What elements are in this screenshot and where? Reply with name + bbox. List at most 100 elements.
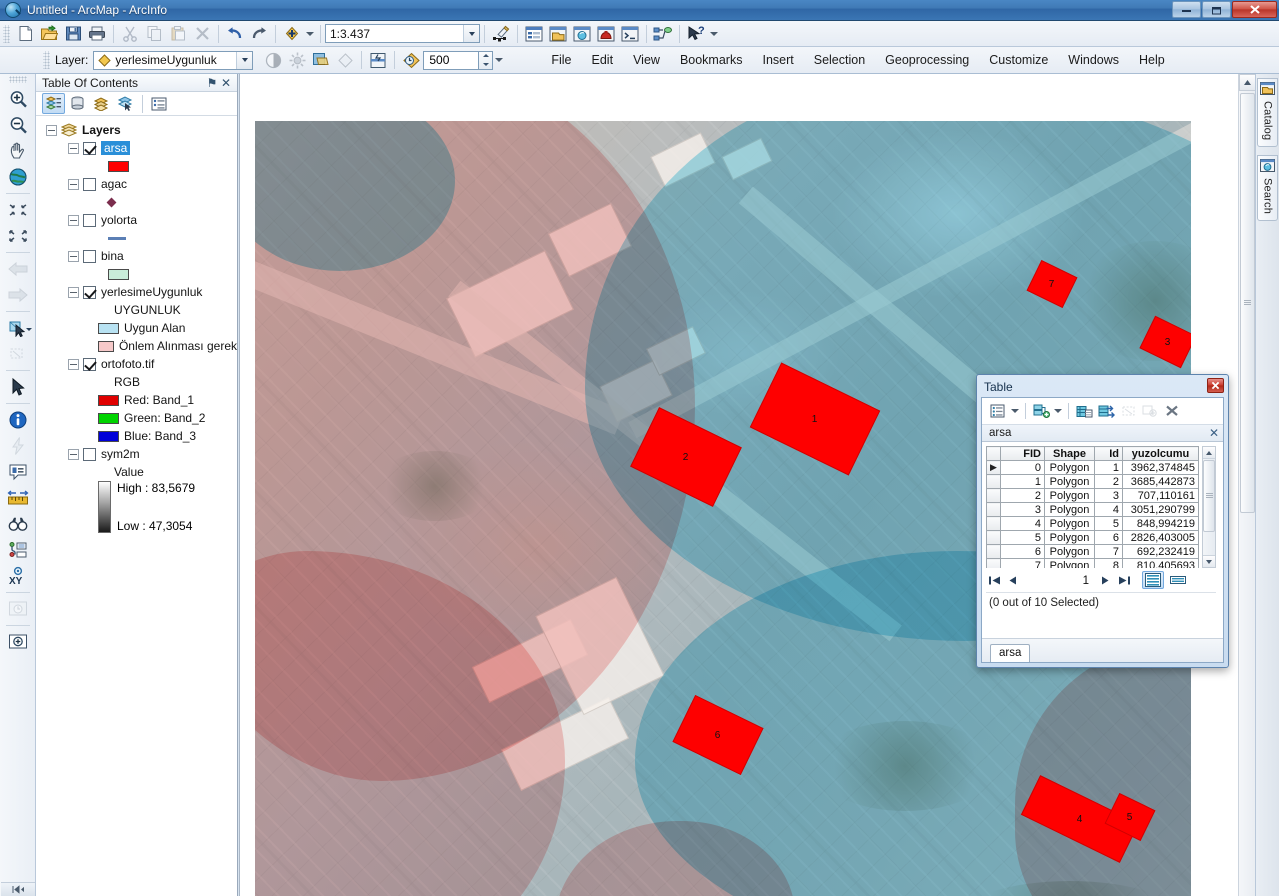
zoom-out-tool[interactable]	[4, 112, 32, 138]
table-row[interactable]: 7 Polygon 8 810,405693	[986, 558, 1199, 568]
paste-icon[interactable]	[167, 23, 189, 45]
map-vertical-scrollbar[interactable]	[1238, 74, 1255, 896]
cell-fid[interactable]: 7	[1000, 558, 1045, 568]
list-by-drawing-order-icon[interactable]	[42, 93, 65, 114]
contrast-icon[interactable]	[262, 49, 284, 71]
effects-toolbar-grip[interactable]	[43, 51, 50, 69]
cell-shape[interactable]: Polygon	[1044, 558, 1095, 568]
current-record-input[interactable]: 1	[1024, 572, 1094, 588]
brightness-icon[interactable]	[286, 49, 308, 71]
open-icon[interactable]	[38, 23, 60, 45]
tools-toolbar-expand[interactable]	[0, 882, 35, 896]
table-of-contents-icon[interactable]	[523, 23, 545, 45]
row-selector[interactable]	[986, 474, 1001, 489]
chevron-down-icon[interactable]	[236, 51, 253, 69]
table-row[interactable]: 5 Polygon 6 2826,403005	[986, 530, 1199, 545]
toc-symbol-row[interactable]: Uygun Alan	[36, 319, 237, 337]
toc-symbol-row[interactable]	[36, 229, 237, 247]
expand-collapse-icon[interactable]	[68, 286, 79, 298]
python-window-icon[interactable]	[619, 23, 641, 45]
effects-overflow-button[interactable]	[493, 49, 505, 71]
fixed-zoom-out-tool[interactable]	[4, 223, 32, 249]
cell-shape[interactable]: Polygon	[1044, 530, 1095, 545]
chevron-down-icon[interactable]	[463, 25, 479, 42]
table-row[interactable]: 6 Polygon 7 692,232419	[986, 544, 1199, 559]
row-selector[interactable]	[986, 558, 1001, 568]
clear-selection-tool[interactable]	[4, 341, 32, 367]
toc-symbol-row[interactable]: Blue: Band_3	[36, 427, 237, 445]
table-row[interactable]: 2 Polygon 3 707,110161	[986, 488, 1199, 503]
identify-tool[interactable]	[4, 407, 32, 433]
expand-collapse-icon[interactable]	[68, 448, 79, 460]
scrollbar-thumb[interactable]	[1203, 460, 1215, 532]
column-header-yuzolcumu[interactable]: yuzolcumu	[1122, 446, 1199, 461]
cell-yuzolcumu[interactable]: 3685,442873	[1122, 474, 1199, 489]
search-window-icon[interactable]	[571, 23, 593, 45]
go-to-xy-tool[interactable]: XY	[4, 563, 32, 589]
table-vertical-scrollbar[interactable]	[1202, 446, 1216, 568]
cell-fid[interactable]: 3	[1000, 502, 1045, 517]
expand-collapse-icon[interactable]	[46, 124, 57, 136]
menu-bookmarks[interactable]: Bookmarks	[670, 49, 753, 71]
cell-fid[interactable]: 2	[1000, 488, 1045, 503]
cell-id[interactable]: 6	[1094, 530, 1123, 545]
layer-visibility-checkbox[interactable]	[83, 249, 96, 263]
whats-this-icon[interactable]: ?	[685, 23, 707, 45]
toc-layer-ortofoto.tif[interactable]: ortofoto.tif	[36, 355, 237, 373]
find-route-tool[interactable]	[4, 537, 32, 563]
full-extent-tool[interactable]	[4, 164, 32, 190]
scrollbar-thumb[interactable]	[1240, 93, 1255, 513]
layer-select[interactable]: yerlesimeUygunluk	[93, 50, 254, 70]
cell-shape[interactable]: Polygon	[1044, 474, 1095, 489]
toc-layer-yolorta[interactable]: yolorta	[36, 211, 237, 229]
table-window-close-button[interactable]	[1207, 378, 1224, 393]
cell-yuzolcumu[interactable]: 692,232419	[1122, 544, 1199, 559]
footer-tab-arsa[interactable]: arsa	[990, 644, 1031, 662]
toc-symbol-row[interactable]	[36, 265, 237, 283]
flicker-speed-stepper[interactable]	[479, 50, 494, 70]
table-row[interactable]: 4 Polygon 5 848,994219	[986, 516, 1199, 531]
cell-yuzolcumu[interactable]: 848,994219	[1122, 516, 1199, 531]
menu-file[interactable]: File	[541, 49, 581, 71]
new-map-icon[interactable]	[14, 23, 36, 45]
attribute-grid[interactable]: FID Shape Id yuzolcumu ▶ 0 Polygon 1 3962,37…	[986, 446, 1216, 568]
cell-fid[interactable]: 5	[1000, 530, 1045, 545]
zoom-to-selected-icon[interactable]	[1117, 400, 1139, 422]
copy-icon[interactable]	[143, 23, 165, 45]
expand-collapse-icon[interactable]	[68, 142, 79, 154]
cell-id[interactable]: 4	[1094, 502, 1123, 517]
toc-layer-bina[interactable]: bina	[36, 247, 237, 265]
toc-layer-agac[interactable]: agac	[36, 175, 237, 193]
list-by-selection-icon[interactable]	[114, 93, 137, 114]
deselect-icon[interactable]	[1139, 400, 1161, 422]
tools-toolbar-grip[interactable]	[8, 76, 27, 83]
row-selector[interactable]	[986, 516, 1001, 531]
cell-yuzolcumu[interactable]: 707,110161	[1122, 488, 1199, 503]
add-data-dropdown[interactable]	[304, 23, 316, 45]
delete-icon[interactable]	[191, 23, 213, 45]
cell-id[interactable]: 5	[1094, 516, 1123, 531]
go-back-extent-tool[interactable]	[4, 256, 32, 282]
layer-visibility-checkbox[interactable]	[83, 285, 96, 299]
stepper-up[interactable]	[479, 52, 492, 61]
related-tables-dropdown[interactable]	[1052, 402, 1064, 420]
toc-layer-sym2m[interactable]: sym2m	[36, 445, 237, 463]
delete-selected-icon[interactable]	[1161, 400, 1183, 422]
select-features-tool[interactable]	[1, 315, 35, 341]
select-by-attributes-icon[interactable]	[1073, 400, 1095, 422]
toc-symbol-row[interactable]: Önlem Alınması gerek	[36, 337, 237, 355]
column-header-shape[interactable]: Shape	[1044, 446, 1095, 461]
redo-icon[interactable]	[248, 23, 270, 45]
menu-customize[interactable]: Customize	[979, 49, 1058, 71]
table-layer-tab[interactable]: arsa ✕	[982, 424, 1223, 442]
swipe-icon[interactable]	[334, 49, 356, 71]
row-selector[interactable]	[986, 530, 1001, 545]
expand-collapse-icon[interactable]	[68, 214, 79, 226]
toc-symbol-row[interactable]: Red: Band_1	[36, 391, 237, 409]
transparency-icon[interactable]	[310, 49, 332, 71]
expand-collapse-icon[interactable]	[68, 178, 79, 190]
toc-symbol-row[interactable]	[36, 193, 237, 211]
cell-shape[interactable]: Polygon	[1044, 460, 1095, 475]
cut-icon[interactable]	[119, 23, 141, 45]
restore-button[interactable]	[1202, 1, 1231, 18]
